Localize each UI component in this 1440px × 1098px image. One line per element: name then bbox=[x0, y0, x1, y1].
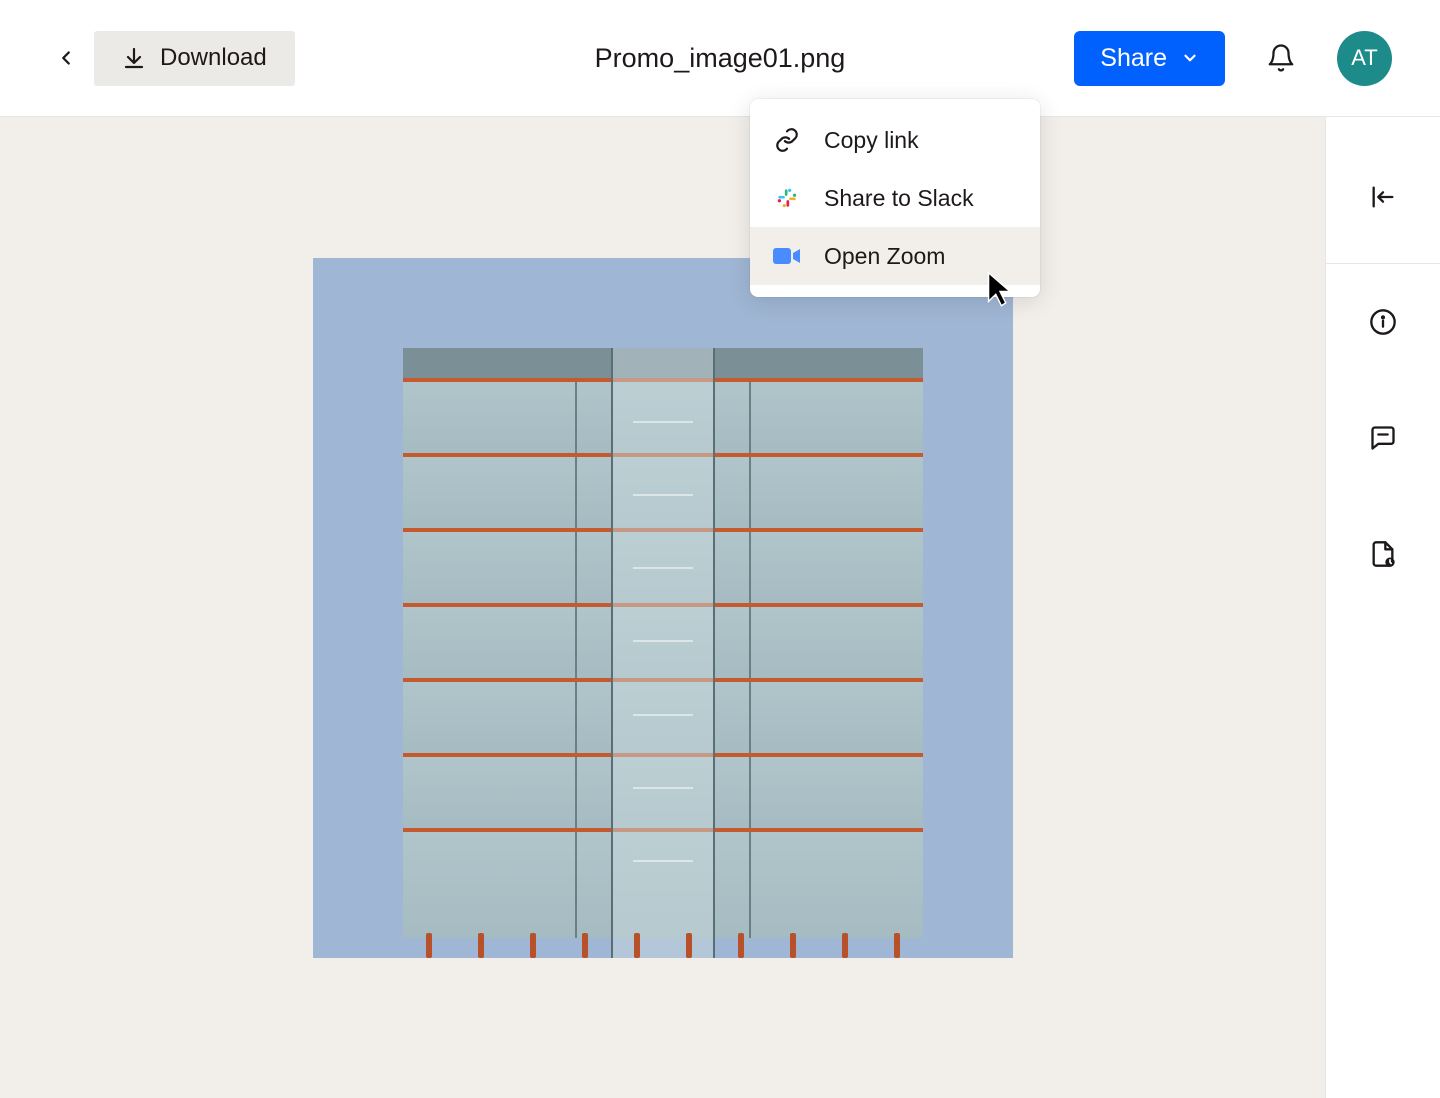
chevron-left-icon bbox=[55, 47, 77, 69]
share-label: Share bbox=[1100, 44, 1167, 73]
preview-canvas bbox=[0, 117, 1325, 1098]
info-button[interactable] bbox=[1361, 300, 1405, 344]
notifications-button[interactable] bbox=[1261, 38, 1301, 78]
file-activity-button[interactable] bbox=[1361, 532, 1405, 576]
menu-item-label: Open Zoom bbox=[824, 243, 945, 270]
building-render bbox=[403, 348, 923, 958]
menu-item-label: Share to Slack bbox=[824, 185, 974, 212]
file-title: Promo_image01.png bbox=[595, 43, 846, 74]
menu-item-label: Copy link bbox=[824, 127, 919, 154]
collapse-sidebar-button[interactable] bbox=[1361, 175, 1405, 219]
share-dropdown-menu: Copy link Share to Slack Open Zoom bbox=[750, 99, 1040, 297]
top-header: Download Promo_image01.png Share AT bbox=[0, 0, 1440, 117]
slack-icon bbox=[772, 183, 802, 213]
download-icon bbox=[122, 46, 146, 70]
collapse-icon bbox=[1369, 183, 1397, 211]
share-button[interactable]: Share bbox=[1074, 31, 1225, 86]
avatar-initials: AT bbox=[1351, 45, 1377, 71]
chevron-down-icon bbox=[1181, 49, 1199, 67]
comments-button[interactable] bbox=[1361, 416, 1405, 460]
link-icon bbox=[772, 125, 802, 155]
sidebar-top-section bbox=[1326, 147, 1440, 264]
menu-item-share-slack[interactable]: Share to Slack bbox=[750, 169, 1040, 227]
avatar[interactable]: AT bbox=[1337, 31, 1392, 86]
bell-icon bbox=[1266, 43, 1296, 73]
download-label: Download bbox=[160, 44, 267, 72]
preview-image bbox=[313, 258, 1013, 958]
comment-icon bbox=[1369, 424, 1397, 452]
menu-item-copy-link[interactable]: Copy link bbox=[750, 111, 1040, 169]
right-sidebar bbox=[1325, 117, 1440, 1098]
zoom-icon bbox=[772, 241, 802, 271]
menu-item-open-zoom[interactable]: Open Zoom bbox=[750, 227, 1040, 285]
download-button[interactable]: Download bbox=[94, 31, 295, 86]
body bbox=[0, 117, 1440, 1098]
header-right: Share AT bbox=[1074, 31, 1392, 86]
file-activity-icon bbox=[1369, 540, 1397, 568]
back-button[interactable] bbox=[48, 40, 84, 76]
info-icon bbox=[1369, 308, 1397, 336]
